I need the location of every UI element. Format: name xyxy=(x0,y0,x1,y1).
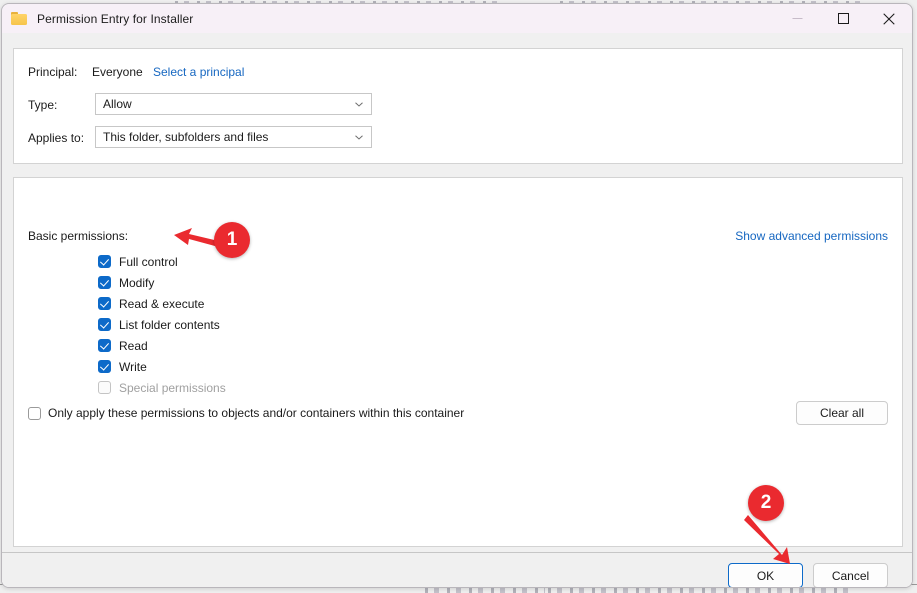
permission-row[interactable]: Read xyxy=(98,335,226,356)
cancel-button[interactable]: Cancel xyxy=(813,563,888,587)
only-apply-checkbox[interactable] xyxy=(28,406,41,420)
permission-row[interactable]: Modify xyxy=(98,272,226,293)
read-checkbox[interactable] xyxy=(98,339,111,352)
only-apply-row[interactable]: Only apply these permissions to objects … xyxy=(28,406,464,420)
background-text-sliver xyxy=(425,588,545,593)
principal-label: Principal: xyxy=(28,65,78,79)
modify-checkbox[interactable] xyxy=(98,276,111,289)
permission-row[interactable]: Read & execute xyxy=(98,293,226,314)
special-permissions-checkbox xyxy=(98,381,111,394)
ok-button[interactable]: OK xyxy=(728,563,803,587)
permission-label: Special permissions xyxy=(119,380,226,395)
principal-value: Everyone xyxy=(92,65,143,79)
clear-all-button[interactable]: Clear all xyxy=(796,401,888,425)
select-a-principal-link[interactable]: Select a principal xyxy=(153,65,244,79)
window-title: Permission Entry for Installer xyxy=(37,11,194,26)
annotation-badge-2: 2 xyxy=(748,485,784,521)
permission-label: Read xyxy=(119,338,148,353)
maximize-button[interactable] xyxy=(820,4,866,33)
window-controls xyxy=(774,4,912,33)
permission-row[interactable]: Write xyxy=(98,356,226,377)
folder-icon xyxy=(11,11,28,26)
type-label: Type: xyxy=(28,98,58,112)
permission-row[interactable]: List folder contents xyxy=(98,314,226,335)
permission-label: List folder contents xyxy=(119,317,220,332)
applies-to-dropdown-value: This folder, subfolders and files xyxy=(103,130,269,144)
full-control-checkbox[interactable] xyxy=(98,255,111,268)
close-button[interactable] xyxy=(866,4,912,33)
applies-to-dropdown[interactable]: This folder, subfolders and files xyxy=(95,126,372,148)
minimize-button[interactable] xyxy=(774,4,820,33)
only-apply-label: Only apply these permissions to objects … xyxy=(48,406,465,420)
background-text-sliver xyxy=(548,588,848,593)
permission-label: Write xyxy=(119,359,147,374)
read-execute-checkbox[interactable] xyxy=(98,297,111,310)
minimize-icon xyxy=(792,18,802,19)
type-dropdown-value: Allow xyxy=(103,97,132,111)
chevron-down-icon xyxy=(355,135,363,140)
title-bar: Permission Entry for Installer xyxy=(2,4,912,33)
maximize-icon xyxy=(837,13,849,24)
close-icon xyxy=(883,12,895,25)
permission-label: Read & execute xyxy=(119,296,205,311)
basic-permissions-label: Basic permissions: xyxy=(28,229,129,243)
list-folder-contents-checkbox[interactable] xyxy=(98,318,111,331)
screen: Permission Entry for Installer Principal… xyxy=(0,0,917,593)
applies-to-label: Applies to: xyxy=(28,131,85,145)
write-checkbox[interactable] xyxy=(98,360,111,373)
permission-label: Modify xyxy=(119,275,155,290)
permissions-checkbox-list: Full control Modify Read & execute List fol… xyxy=(98,251,226,398)
principal-panel: Principal: Everyone Select a principal T… xyxy=(13,48,903,164)
type-dropdown[interactable]: Allow xyxy=(95,93,372,115)
permission-label: Full control xyxy=(119,254,178,269)
chevron-down-icon xyxy=(355,102,363,107)
show-advanced-permissions-link[interactable]: Show advanced permissions xyxy=(735,229,888,243)
annotation-badge-1: 1 xyxy=(214,222,250,258)
annotation-arrow-2 xyxy=(744,515,790,564)
permission-row: Special permissions xyxy=(98,377,226,398)
